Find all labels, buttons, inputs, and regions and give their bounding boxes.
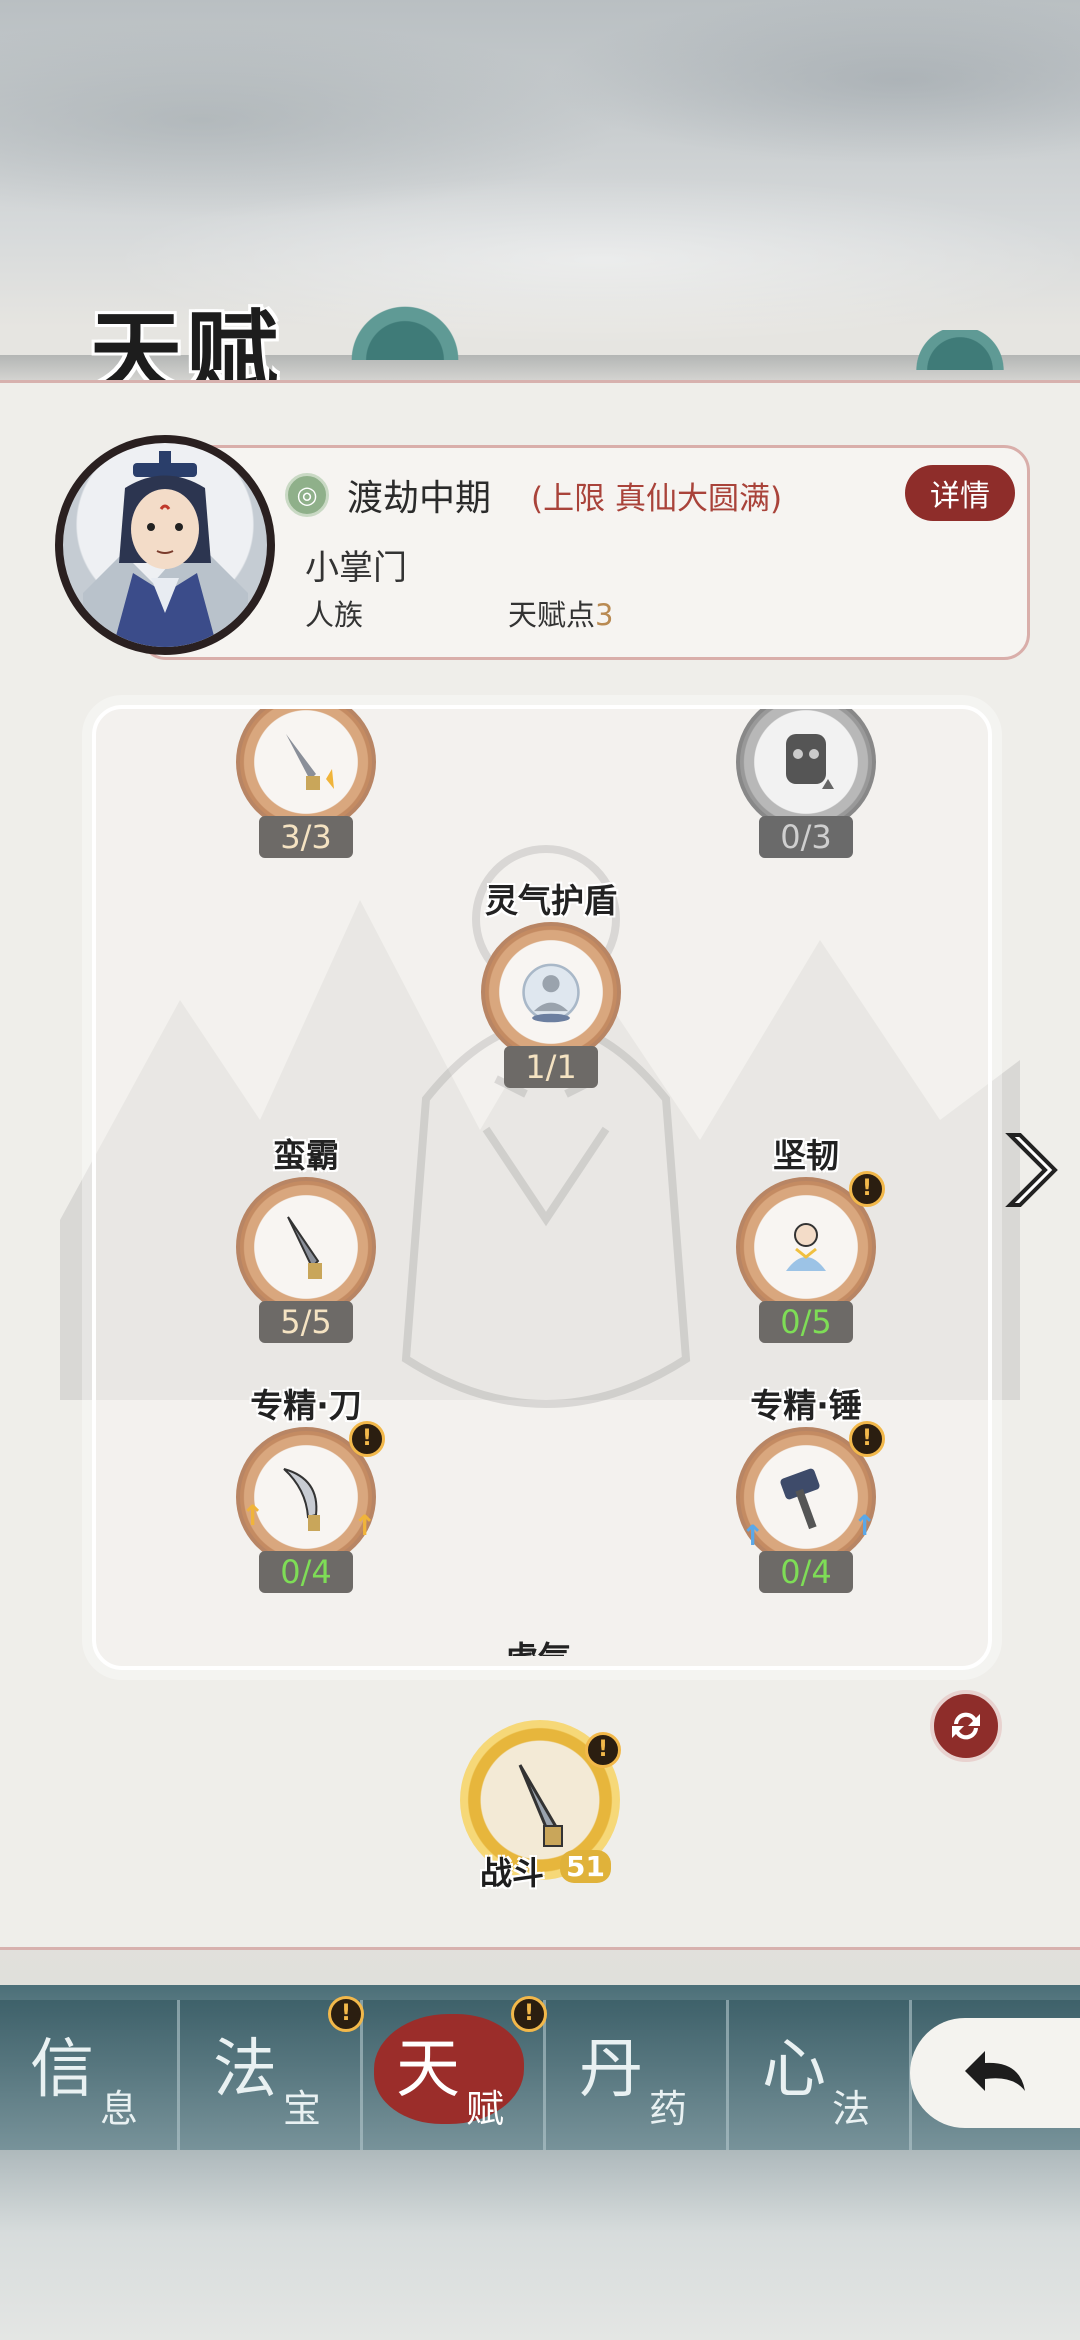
talent-count: 0/4 [259, 1551, 353, 1593]
talent-tree[interactable]: 3/3 0/3 灵气护盾 1/1 蛮霸 5/5 坚韧 ! 0/5 专精·刀 ↑ … [92, 705, 992, 1670]
meditating-figure-icon [776, 1209, 836, 1289]
talent-name: 灵气护盾 [485, 881, 617, 920]
nav-tab-small-char: 息 [100, 2087, 139, 2131]
nav-tab-small-char: 赋 [466, 2087, 505, 2131]
demon-mask-icon [776, 724, 836, 804]
hammer-icon [776, 1459, 836, 1539]
nav-tab-technique[interactable]: 心 法 [732, 2000, 912, 2150]
talent-count: 1/1 [504, 1046, 598, 1088]
nav-tab-big-char: 天 [396, 2033, 460, 2107]
alert-icon: ! [511, 1996, 547, 2032]
talent-node-top-right[interactable]: 0/3 [721, 709, 891, 864]
upgrade-arrow-icon: ↑ [853, 1509, 877, 1542]
player-title: 小掌门 [305, 548, 407, 588]
detail-button[interactable]: 详情 [905, 465, 1015, 521]
talent-count: 0/5 [759, 1301, 853, 1343]
nav-tab-small-char: 药 [649, 2087, 688, 2131]
battle-label: 战斗 [480, 1854, 545, 1892]
talent-name: 坚韧 [773, 1136, 839, 1175]
nav-tab-big-char: 丹 [579, 2033, 643, 2107]
nav-tab-big-char: 信 [30, 2033, 94, 2107]
talent-count: 5/5 [259, 1301, 353, 1343]
talent-node-brute[interactable]: 蛮霸 5/5 [221, 1129, 391, 1349]
talent-name: 专精·刀 [250, 1386, 362, 1425]
alert-icon: ! [849, 1421, 885, 1457]
upgrade-arrow-icon: ↑ [741, 1519, 765, 1552]
talent-name: 专精·锤 [750, 1386, 862, 1425]
realm-name: 渡劫中期 [347, 478, 492, 519]
character-portrait-icon [83, 451, 248, 647]
alert-icon: ! [585, 1732, 621, 1768]
nav-tab-small-char: 法 [832, 2087, 871, 2131]
alert-icon: ! [328, 1996, 364, 2032]
chevron-right-icon[interactable] [1000, 1120, 1060, 1220]
talent-node-hammer-mastery[interactable]: 专精·锤 ↑ ↑ ! 0/4 [721, 1379, 891, 1599]
sword-icon [276, 1209, 336, 1289]
talent-count: 0/4 [759, 1551, 853, 1593]
alert-icon: ! [349, 1421, 385, 1457]
nav-tab-small-char: 宝 [283, 2087, 322, 2131]
nav-tab-info[interactable]: 信 息 [0, 2000, 180, 2150]
upgrade-arrow-icon: ↑ [353, 1509, 377, 1542]
talent-node-spirit-shield[interactable]: 灵气护盾 1/1 [466, 874, 636, 1094]
nav-tab-big-char: 心 [762, 2033, 826, 2107]
realm-limit: (上限 真仙大圆满) [531, 480, 783, 517]
talent-node-tough[interactable]: 坚韧 ! 0/5 [721, 1129, 891, 1349]
alert-icon: ! [849, 1171, 885, 1207]
talent-points-value: 3 [595, 598, 614, 632]
meditating-figure-icon [521, 954, 581, 1034]
battle-level-badge: 51 [560, 1850, 611, 1883]
nav-tab-talent[interactable]: 天 赋 ! [366, 1996, 547, 2150]
cloud-ornament [330, 300, 480, 360]
refresh-icon[interactable] [930, 1690, 1002, 1762]
nav-tab-elixir[interactable]: 丹 药 [549, 2000, 729, 2150]
talent-points-label: 天赋点 [508, 598, 596, 632]
talent-node-blade-mastery[interactable]: 专精·刀 ↑ ↑ ! 0/4 [221, 1379, 391, 1599]
talent-node-top-left[interactable]: 3/3 [221, 709, 391, 864]
page-header: 天赋 [0, 260, 1080, 408]
back-button[interactable] [910, 2018, 1080, 2128]
cloud-ornament [900, 330, 1020, 370]
race-label: 人族 [305, 598, 364, 632]
back-arrow-icon [965, 2051, 1025, 2091]
talent-points: 天赋点3 [508, 592, 613, 634]
talent-count: 3/3 [259, 816, 353, 858]
talent-count: 0/3 [759, 816, 853, 858]
talent-name: 蛮霸 [273, 1136, 339, 1175]
upgrade-arrow-icon: ↑ [241, 1499, 265, 1532]
realm-row: ◎ 渡劫中期 (上限 真仙大圆满) [285, 470, 782, 520]
avatar[interactable] [55, 435, 275, 655]
talent-name-partial: 虎气 [505, 1632, 571, 1656]
nav-tab-big-char: 法 [213, 2033, 277, 2107]
sword-icon [276, 724, 336, 804]
blade-icon [276, 1459, 336, 1539]
nav-tab-treasure[interactable]: 法 宝 ! [183, 1996, 364, 2150]
realm-icon: ◎ [285, 473, 329, 517]
